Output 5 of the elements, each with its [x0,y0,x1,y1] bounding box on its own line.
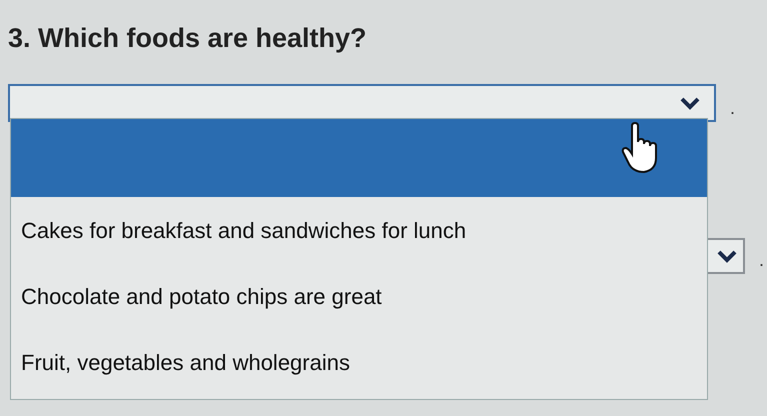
period-text: . [759,249,764,272]
chevron-down-icon [717,249,737,263]
chevron-down-icon [680,96,700,110]
question-title: 3. Which foods are healthy? [8,22,367,55]
period-text: . [730,97,736,120]
